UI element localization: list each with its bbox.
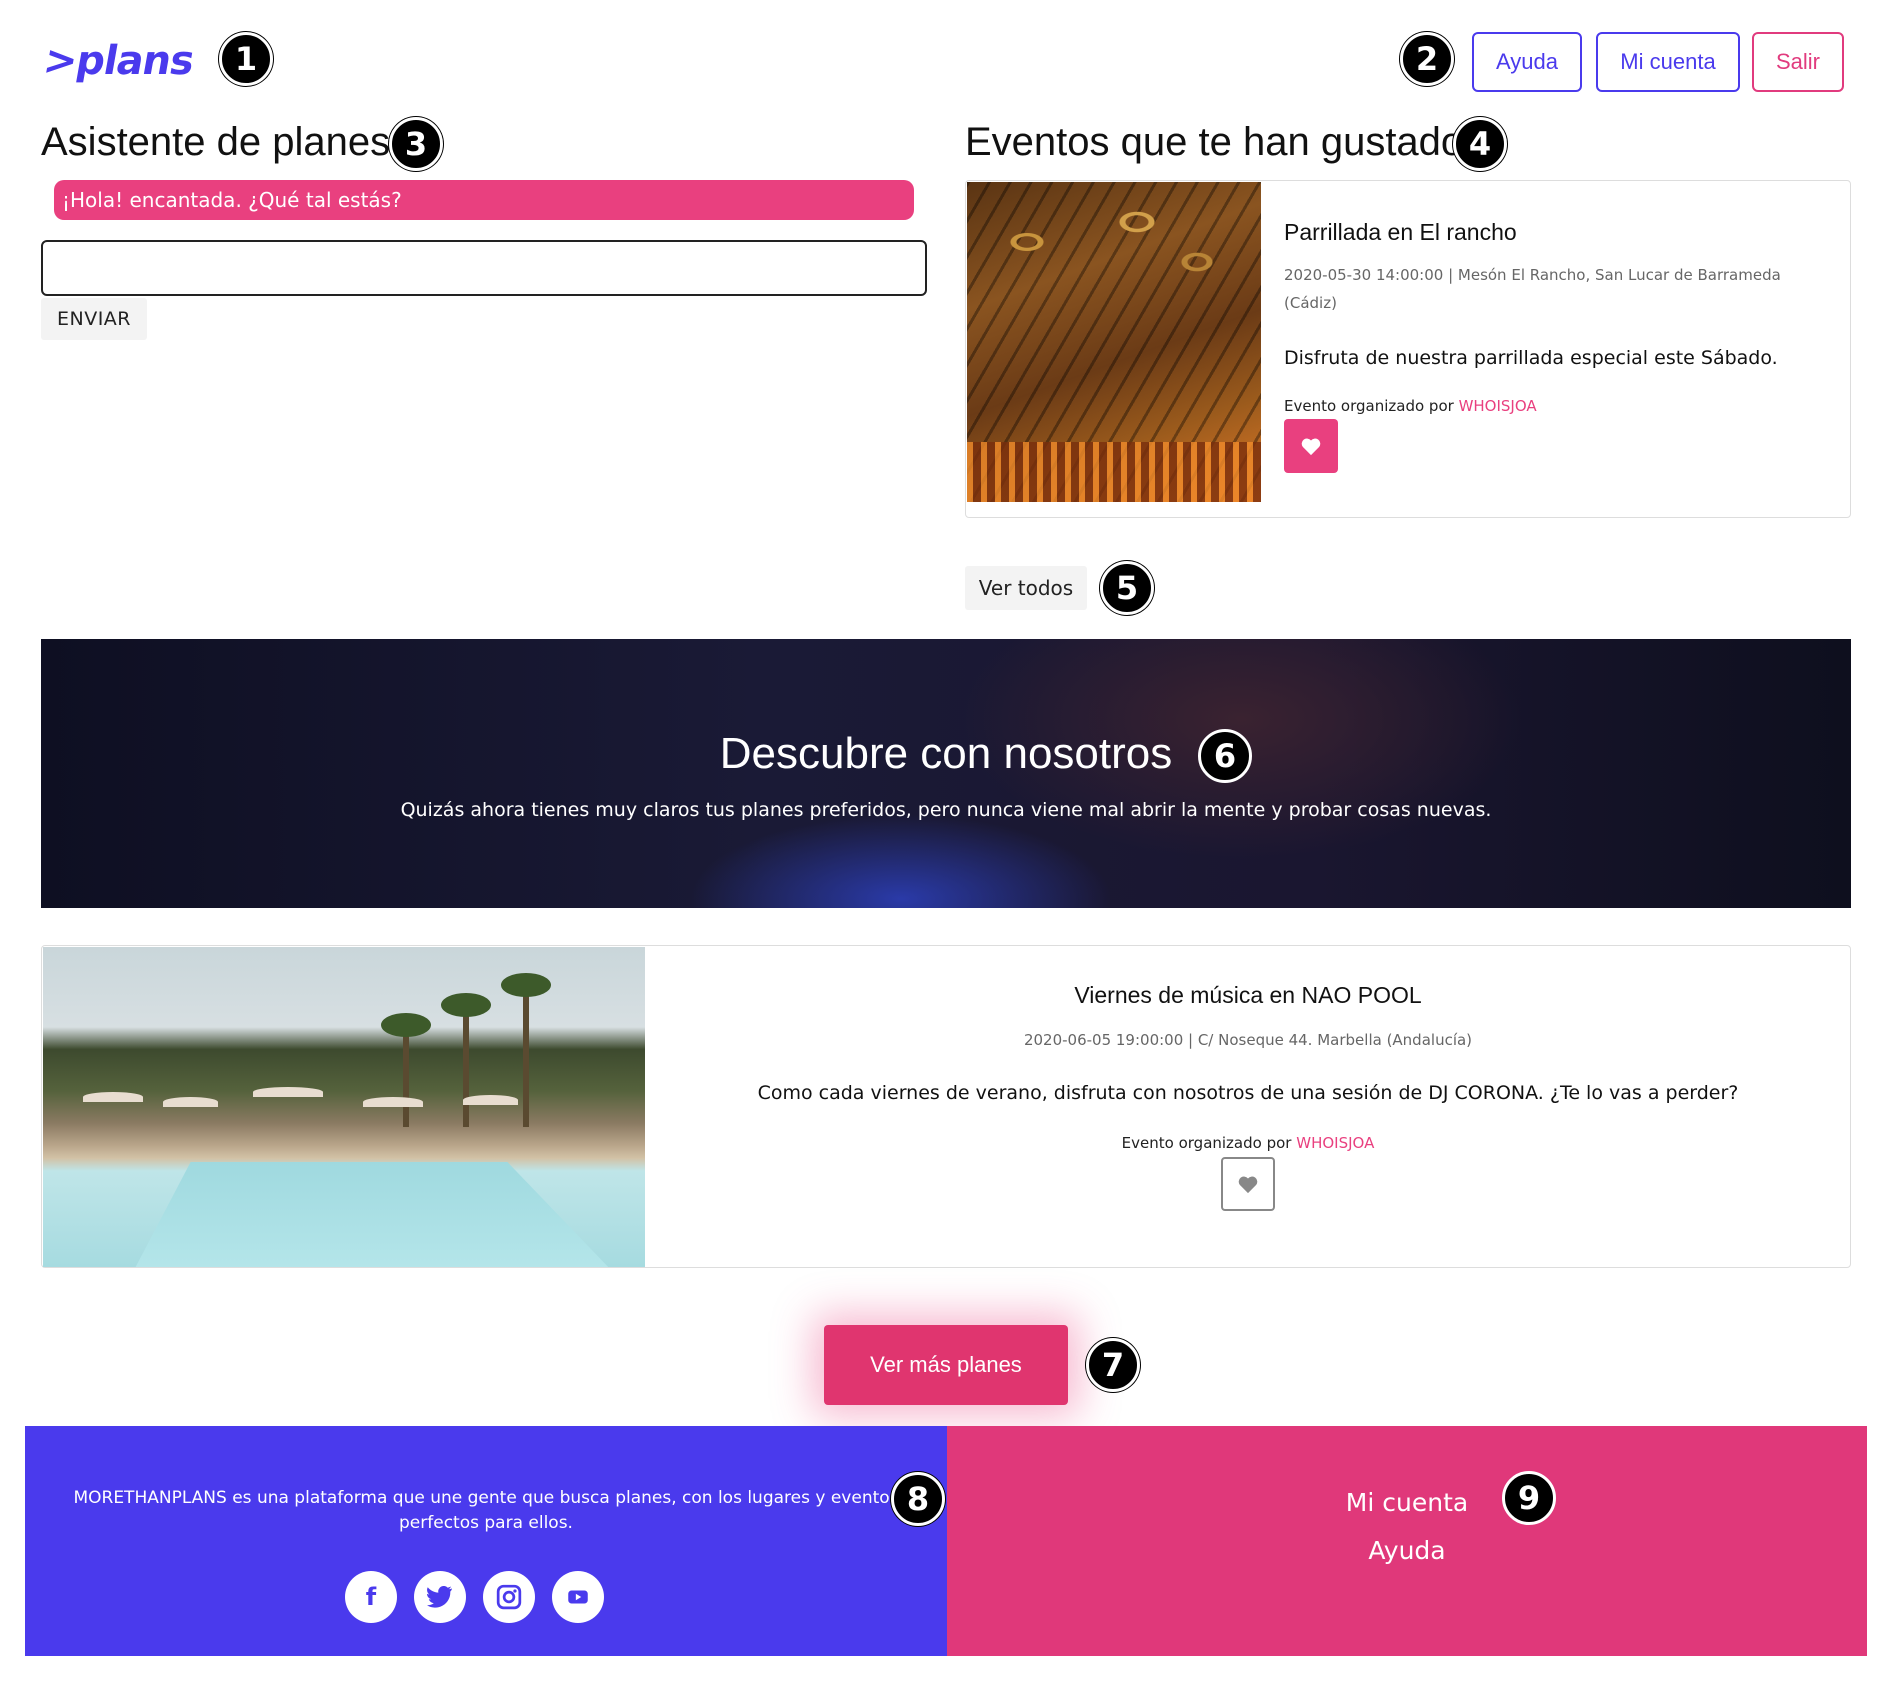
help-button[interactable]: Ayuda <box>1472 32 1582 92</box>
more-plans-button[interactable]: Ver más planes <box>824 1325 1068 1405</box>
organizer-link[interactable]: WHOISJOA <box>1296 1134 1374 1152</box>
heart-icon <box>1301 438 1321 456</box>
marker-7: 7 <box>1086 1338 1140 1392</box>
logout-button[interactable]: Salir <box>1752 32 1844 92</box>
account-button[interactable]: Mi cuenta <box>1596 32 1740 92</box>
event-organizer: Evento organizado por WHOISJOA <box>1284 397 1537 415</box>
event-title: Parrillada en El rancho <box>1284 219 1517 245</box>
send-button[interactable]: ENVIAR <box>41 298 147 340</box>
plans-logo[interactable]: >plans <box>40 38 197 84</box>
marker-5: 5 <box>1100 561 1154 615</box>
marker-8: 8 <box>891 1472 945 1526</box>
marker-3: 3 <box>389 117 443 171</box>
discover-subtitle: Quizás ahora tienes muy claros tus plane… <box>400 799 1492 821</box>
event-meta-line2: (Cádiz) <box>1284 294 1337 312</box>
like-button[interactable] <box>1221 1157 1275 1211</box>
liked-events-title: Eventos que te han gustado <box>965 120 1464 164</box>
footer-about-text: MORETHANPLANS es una plataforma que une … <box>73 1488 899 1533</box>
instagram-icon[interactable] <box>483 1571 535 1623</box>
featured-organizer: Evento organizado por WHOISJOA <box>646 1134 1850 1152</box>
liked-event-card: Parrillada en El rancho 2020-05-30 14:00… <box>965 180 1851 518</box>
event-description: Disfruta de nuestra parrillada especial … <box>1284 347 1778 369</box>
pool-image <box>43 947 645 1267</box>
heart-icon <box>1238 1176 1258 1194</box>
featured-meta: 2020-06-05 19:00:00 | C/ Noseque 44. Mar… <box>1023 1031 1473 1049</box>
marker-9: 9 <box>1502 1471 1556 1525</box>
event-meta-line1: 2020-05-30 14:00:00 | Mesón El Rancho, S… <box>1284 266 1781 284</box>
see-all-button[interactable]: Ver todos <box>965 566 1087 610</box>
organized-by-label: Evento organizado por <box>1284 397 1459 415</box>
organized-by-label: Evento organizado por <box>1121 1134 1297 1152</box>
youtube-icon[interactable] <box>552 1571 604 1623</box>
marker-1: 1 <box>219 32 273 86</box>
chat-input[interactable] <box>41 240 927 296</box>
like-button[interactable] <box>1284 419 1338 473</box>
event-meta: 2020-05-30 14:00:00 | Mesón El Rancho, S… <box>1284 261 1824 317</box>
discover-banner: Descubre con nosotros Quizás ahora tiene… <box>41 639 1851 908</box>
footer-links: Mi cuenta Ayuda <box>947 1426 1867 1656</box>
featured-title: Viernes de música en NAO POOL <box>1074 982 1422 1008</box>
grill-image <box>967 182 1261 502</box>
organizer-link[interactable]: WHOISJOA <box>1459 397 1537 415</box>
footer-about: MORETHANPLANS es una plataforma que une … <box>25 1426 947 1656</box>
facebook-icon[interactable]: f <box>345 1571 397 1623</box>
footer-account-link[interactable]: Mi cuenta <box>947 1488 1867 1517</box>
marker-4: 4 <box>1453 117 1507 171</box>
featured-description: Como cada viernes de verano, disfruta co… <box>757 1082 1739 1104</box>
marker-2: 2 <box>1400 32 1454 86</box>
featured-event-card: Viernes de música en NAO POOL 2020-06-05… <box>41 945 1851 1268</box>
discover-title: Descubre con nosotros <box>719 729 1173 778</box>
footer-help-link[interactable]: Ayuda <box>947 1536 1867 1565</box>
assistant-message: ¡Hola! encantada. ¿Qué tal estás? <box>54 180 914 220</box>
twitter-icon[interactable] <box>414 1571 466 1623</box>
assistant-title: Asistente de planes <box>41 120 391 164</box>
marker-6: 6 <box>1198 729 1252 783</box>
